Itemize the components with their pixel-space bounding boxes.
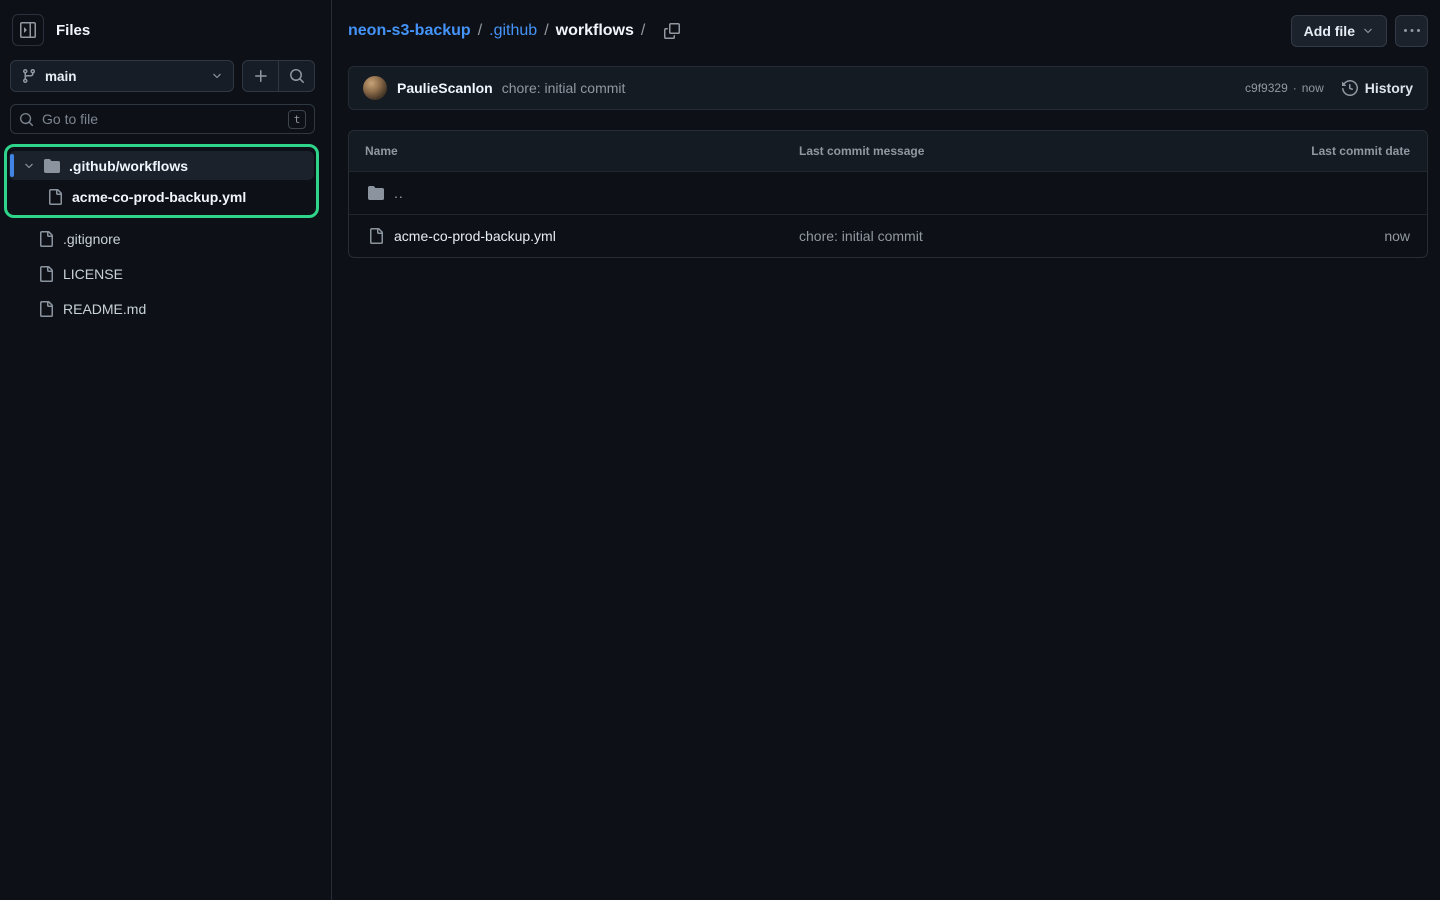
file-icon — [47, 189, 63, 205]
tree-item-license[interactable]: LICENSE — [6, 259, 319, 288]
breadcrumb: neon-s3-backup / .github / workflows / — [348, 22, 680, 40]
tree-action-buttons — [242, 60, 315, 92]
plus-icon — [253, 68, 269, 84]
file-icon — [38, 301, 54, 317]
more-options-button[interactable] — [1395, 15, 1428, 47]
commit-time: now — [1302, 81, 1324, 95]
go-to-file-search: t — [10, 104, 315, 134]
kebab-horizontal-icon — [1404, 23, 1420, 39]
row-commit-message: chore: initial commit — [799, 228, 1257, 244]
table-row-acme-co-prod-backup[interactable]: acme-co-prod-backup.yml chore: initial c… — [349, 214, 1427, 257]
column-header-name: Name — [349, 144, 799, 158]
search-tree-button[interactable] — [279, 61, 314, 91]
breadcrumb-github-link[interactable]: .github — [489, 22, 537, 40]
breadcrumb-repo-link[interactable]: neon-s3-backup — [348, 22, 471, 40]
file-icon — [38, 231, 54, 247]
chevron-down-icon — [211, 70, 223, 82]
tree-item-label: .gitignore — [63, 231, 121, 247]
tree-item-gitignore[interactable]: .gitignore — [6, 224, 319, 253]
file-tree-sidebar: Files main — [0, 0, 332, 900]
go-to-file-input[interactable] — [42, 111, 280, 127]
history-label: History — [1365, 80, 1413, 96]
git-branch-icon — [21, 68, 37, 84]
sidebar-header: Files — [0, 0, 331, 56]
branch-selector[interactable]: main — [10, 60, 234, 92]
file-tree: .github/workflows acme-co-prod-backup.ym… — [0, 144, 331, 329]
tree-item-github-workflows[interactable]: .github/workflows — [9, 151, 314, 180]
file-name-link[interactable]: acme-co-prod-backup.yml — [394, 228, 556, 244]
sidebar-collapse-icon — [20, 22, 36, 38]
annotation-highlight: .github/workflows acme-co-prod-backup.ym… — [4, 144, 319, 218]
search-icon — [19, 112, 34, 127]
add-file-button[interactable]: Add file — [1291, 15, 1387, 47]
latest-commit-bar: PaulieScanlon chore: initial commit c9f9… — [348, 66, 1428, 110]
commit-message-link[interactable]: chore: initial commit — [502, 80, 626, 96]
history-icon — [1342, 80, 1358, 96]
row-commit-date: now — [1257, 228, 1427, 244]
new-file-button[interactable] — [243, 61, 278, 91]
copy-path-button[interactable] — [664, 23, 680, 39]
tree-item-label: acme-co-prod-backup.yml — [72, 189, 246, 205]
current-branch-name: main — [45, 69, 203, 84]
files-panel-title: Files — [56, 22, 90, 39]
tree-item-label: .github/workflows — [69, 158, 188, 174]
folder-icon — [44, 158, 60, 174]
file-icon — [38, 266, 54, 282]
keyboard-shortcut-hint: t — [288, 110, 306, 129]
file-icon — [368, 228, 384, 244]
tree-item-label: README.md — [63, 301, 146, 317]
directory-listing-table: Name Last commit message Last commit dat… — [348, 130, 1428, 258]
commit-author-link[interactable]: PaulieScanlon — [397, 80, 493, 96]
breadcrumb-separator: / — [544, 22, 548, 40]
commit-sha-link[interactable]: c9f9329 — [1245, 81, 1288, 95]
chevron-down-icon[interactable] — [23, 160, 35, 172]
tree-root-items: .gitignore LICENSE README.md — [6, 224, 319, 323]
breadcrumb-separator: / — [478, 22, 482, 40]
page-header: neon-s3-backup / .github / workflows / A… — [348, 15, 1428, 47]
commit-meta: c9f9329 · now — [1245, 81, 1324, 95]
tree-item-label: LICENSE — [63, 266, 123, 282]
table-row-parent-directory[interactable]: .. — [349, 171, 1427, 214]
copy-icon — [664, 23, 680, 39]
history-button[interactable]: History — [1342, 80, 1413, 96]
main-content: neon-s3-backup / .github / workflows / A… — [332, 0, 1440, 900]
breadcrumb-current-folder: workflows — [556, 22, 634, 40]
breadcrumb-separator: / — [641, 22, 645, 40]
chevron-down-icon — [1362, 25, 1374, 37]
column-header-date: Last commit date — [1257, 144, 1427, 158]
meta-separator: · — [1293, 81, 1297, 95]
tree-item-acme-co-prod-backup[interactable]: acme-co-prod-backup.yml — [9, 182, 314, 211]
tree-item-readme[interactable]: README.md — [6, 294, 319, 323]
author-avatar[interactable] — [363, 76, 387, 100]
sidebar-controls: main — [0, 56, 331, 92]
active-item-indicator — [10, 154, 14, 177]
repo-file-browser: Files main — [0, 0, 1440, 900]
header-actions: Add file — [1291, 15, 1428, 47]
column-header-message: Last commit message — [799, 144, 1257, 158]
table-header-row: Name Last commit message Last commit dat… — [349, 131, 1427, 171]
collapse-file-tree-button[interactable] — [12, 14, 44, 46]
search-icon — [289, 68, 305, 84]
add-file-label: Add file — [1304, 23, 1355, 39]
folder-icon — [368, 185, 384, 201]
parent-directory-link[interactable]: .. — [394, 185, 404, 201]
